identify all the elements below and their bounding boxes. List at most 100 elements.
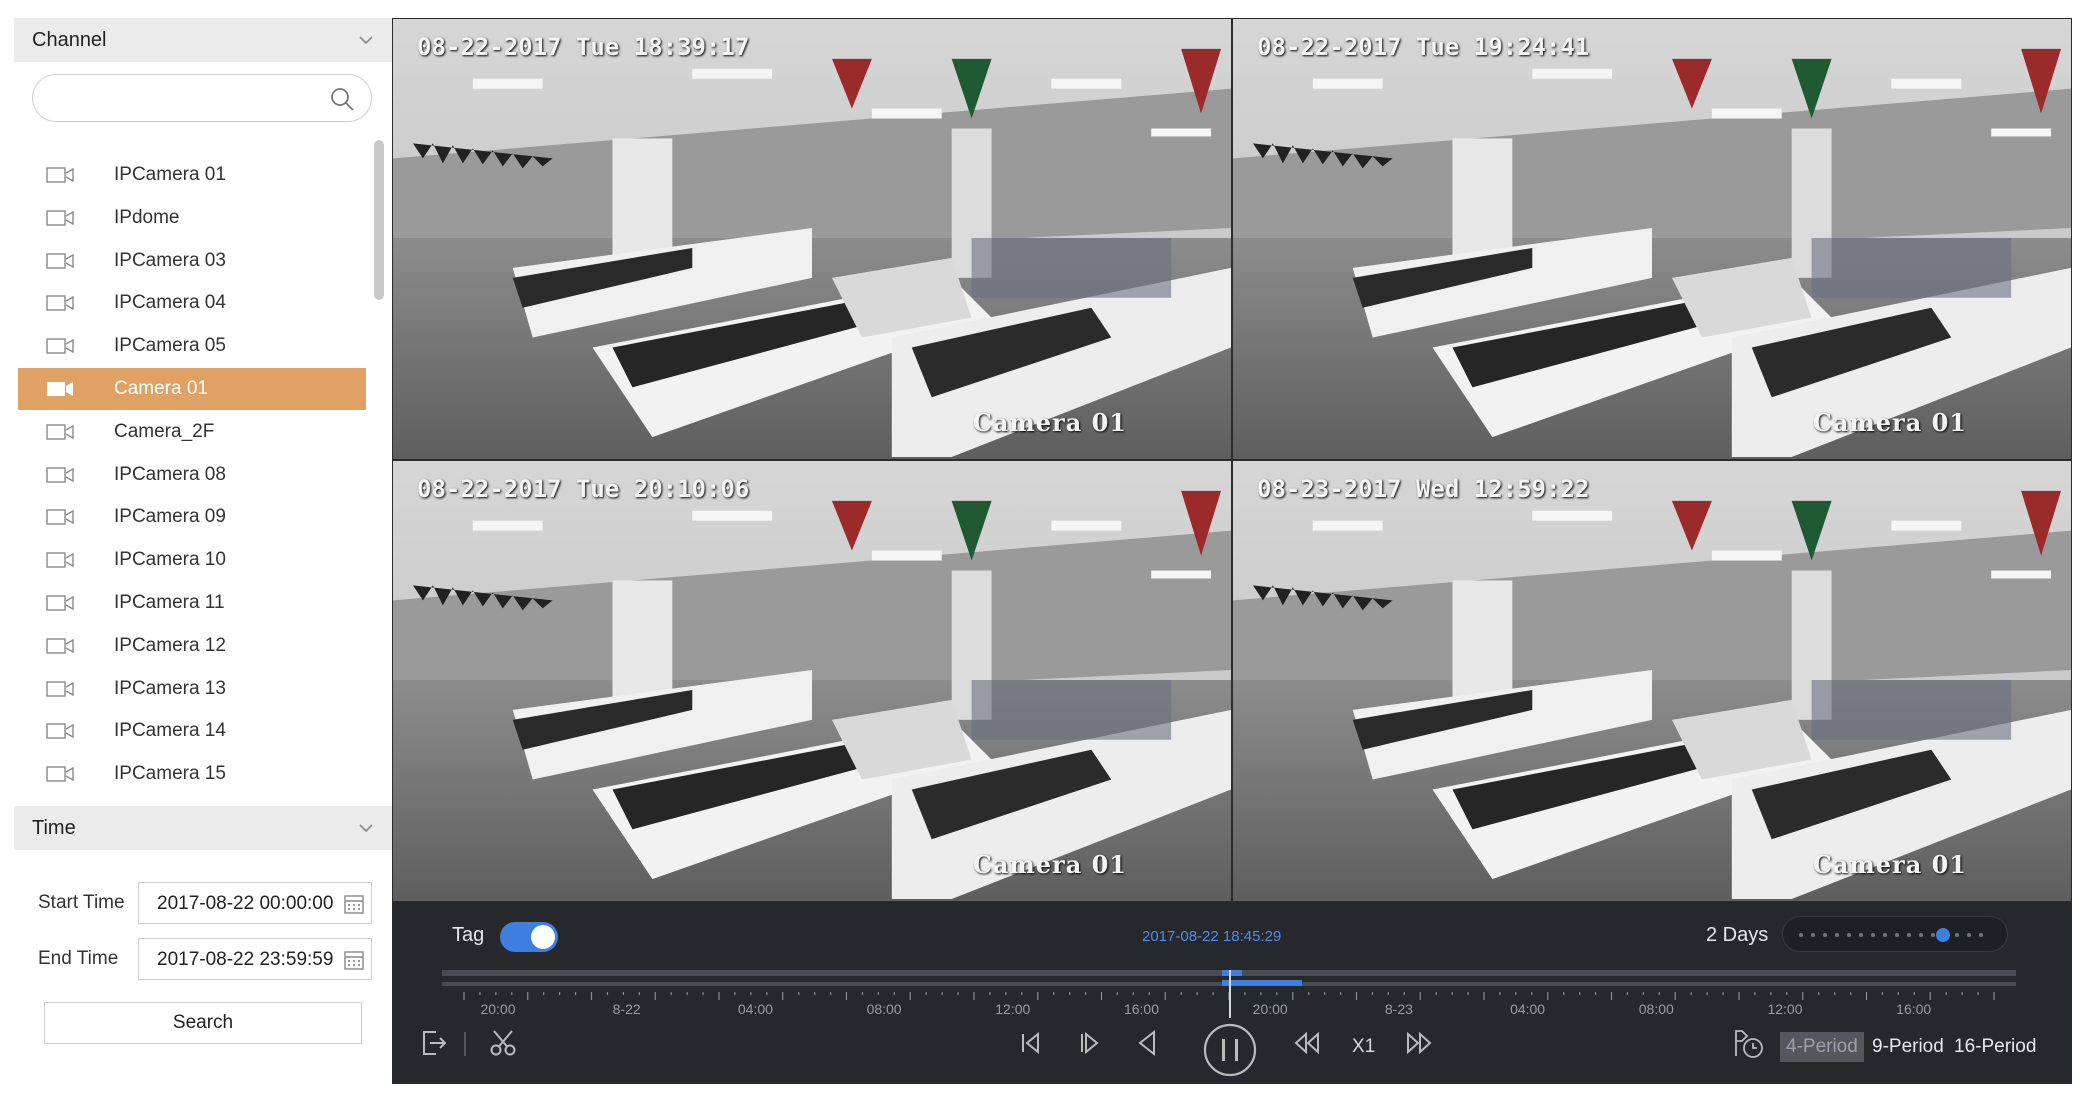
channel-search-input[interactable]: [32, 74, 372, 122]
timeline-zoom-slider[interactable]: [1782, 916, 2008, 952]
scrollbar-thumb[interactable]: [374, 140, 384, 300]
clip-button[interactable]: [488, 1028, 518, 1058]
timeline-tick-label: 04:00: [1510, 1001, 1545, 1017]
channel-list-item[interactable]: IPCamera 13: [18, 668, 366, 710]
start-time-field[interactable]: 2017-08-22 00:00:00: [138, 882, 372, 924]
channel-label: IPCamera 09: [114, 506, 226, 528]
fast-forward-button[interactable]: [1404, 1028, 1434, 1058]
channel-label: IPCamera 11: [114, 592, 225, 613]
channel-section-header[interactable]: Channel: [14, 18, 392, 62]
zoom-step-dot: [1895, 933, 1899, 937]
channel-list-item[interactable]: IPCamera 09: [18, 496, 366, 538]
zoom-step-dot: [1811, 933, 1815, 937]
channel-section-title: Channel: [32, 28, 107, 51]
timeline-tick-label: 8-22: [613, 1001, 641, 1017]
recording-segment: [1222, 970, 1242, 976]
period-16-button[interactable]: 16-Period: [1954, 1036, 2036, 1058]
channel-list-item[interactable]: IPCamera 14: [18, 710, 366, 752]
video-tile[interactable]: 08-22-2017 Tue 18:39:17 Camera 01: [392, 18, 1232, 460]
end-time-label: End Time: [38, 948, 119, 969]
channel-list-item[interactable]: IPCamera 01: [18, 154, 366, 196]
video-tile[interactable]: 08-22-2017 Tue 19:24:41 Camera 01: [1232, 18, 2072, 460]
channel-list-item[interactable]: IPCamera 12: [18, 625, 366, 667]
video-tile[interactable]: 08-22-2017 Tue 20:10:06 Camera 01: [392, 460, 1232, 902]
camera-icon: [46, 338, 74, 354]
channel-list-item[interactable]: IPCamera 10: [18, 539, 366, 581]
channel-list-item[interactable]: IPCamera 15: [18, 753, 366, 795]
channel-label: IPCamera 08: [114, 463, 226, 485]
control-divider: [464, 1032, 466, 1056]
time-section-header[interactable]: Time: [14, 806, 392, 850]
video-timestamp: 08-23-2017 Wed 12:59:22: [1257, 475, 1590, 503]
camera-icon: [46, 295, 74, 312]
camera-scene-image: [1233, 461, 2071, 901]
camera-icon: [46, 552, 74, 568]
zoom-step-dot: [1799, 933, 1803, 937]
channel-list-item[interactable]: Camera_2F: [18, 411, 366, 453]
camera-icon: [46, 766, 74, 782]
reverse-play-button[interactable]: [1132, 1028, 1162, 1058]
chevron-down-icon[interactable]: [356, 30, 376, 50]
channel-list-item[interactable]: IPdome: [18, 197, 366, 239]
calendar-icon[interactable]: [343, 893, 365, 915]
export-button[interactable]: [418, 1028, 448, 1058]
channel-list-item[interactable]: IPCamera 11: [18, 582, 366, 624]
channel-label: IPCamera 13: [114, 677, 226, 699]
timeline-tick-label: 08:00: [1639, 1001, 1674, 1017]
camera-icon: [46, 252, 74, 269]
tag-settings-button[interactable]: [1732, 1028, 1766, 1060]
zoom-step-dot: [1979, 933, 1983, 937]
pause-button[interactable]: [1202, 1022, 1258, 1078]
tag-toggle[interactable]: [500, 922, 558, 952]
start-time-value: 2017-08-22 00:00:00: [157, 893, 334, 914]
rewind-button[interactable]: [1292, 1028, 1322, 1058]
chevron-down-icon[interactable]: [356, 818, 376, 838]
zoom-slider-handle[interactable]: [1936, 928, 1950, 942]
video-camera-name: Camera 01: [1812, 850, 1967, 879]
period-4-button[interactable]: 4-Period: [1780, 1032, 1864, 1062]
left-panel: Channel IPCamera 01 IPdome IPCamera 03 IPCa…: [14, 18, 392, 1084]
video-camera-name: Camera 01: [972, 850, 1127, 879]
step-back-icon: [1022, 1031, 1039, 1055]
current-time-readout: 2017-08-22 18:45:29: [1142, 928, 1282, 945]
camera-icon: [46, 210, 74, 226]
video-grid: 08-22-2017 Tue 18:39:17 Camera 01 08-22-2…: [392, 18, 2072, 902]
zoom-step-dot: [1967, 933, 1971, 937]
camera-scene-image: [1233, 19, 2071, 459]
channel-list-item[interactable]: IPCamera 08: [18, 454, 366, 496]
channel-list-item[interactable]: IPCamera 04: [18, 282, 366, 324]
toggle-knob: [531, 925, 555, 949]
zoom-step-dot: [1931, 933, 1935, 937]
channel-list-item[interactable]: IPCamera 05: [18, 325, 366, 367]
step-forward-button[interactable]: [1074, 1028, 1104, 1058]
channel-label: IPCamera 12: [114, 634, 226, 656]
camera-icon: [46, 424, 74, 440]
search-icon[interactable]: [329, 86, 355, 112]
step-forward-icon: [1081, 1031, 1099, 1055]
camera-scene-image: [393, 19, 1231, 459]
pause-icon: [1203, 1023, 1257, 1077]
export-icon: [423, 1031, 447, 1055]
step-back-button[interactable]: [1016, 1028, 1046, 1058]
playback-control-bar: Tag 2017-08-22 18:45:29 2 Days 20:00 8-22…: [392, 902, 2072, 1084]
start-time-label: Start Time: [38, 892, 125, 913]
channel-label: Camera_2F: [114, 420, 215, 442]
time-range-label: 2 Days: [1706, 924, 1769, 946]
timeline-tick-label: 16:00: [1896, 1001, 1931, 1017]
video-tile[interactable]: 08-23-2017 Wed 12:59:22 Camera 01: [1232, 460, 2072, 902]
video-camera-name: Camera 01: [1812, 408, 1967, 437]
period-9-button[interactable]: 9-Period: [1872, 1036, 1944, 1058]
timeline-tick-label: 8-23: [1385, 1001, 1413, 1017]
fast-forward-icon: [1407, 1031, 1432, 1055]
channel-list-item[interactable]: Camera 01: [18, 368, 366, 410]
search-button[interactable]: Search: [44, 1002, 362, 1044]
end-time-field[interactable]: 2017-08-22 23:59:59: [138, 938, 372, 980]
calendar-icon[interactable]: [343, 949, 365, 971]
channel-list: IPCamera 01 IPdome IPCamera 03 IPCamera 04 I…: [14, 154, 366, 814]
zoom-step-dot: [1883, 933, 1887, 937]
zoom-step-dot: [1955, 933, 1959, 937]
channel-list-item[interactable]: IPCamera 03: [18, 240, 366, 282]
video-timestamp: 08-22-2017 Tue 20:10:06: [417, 475, 750, 503]
timeline-track[interactable]: 20:00 8-22 04:00 08:00 12:00 16:00 20:00 8-23 04…: [442, 970, 2016, 1020]
channel-label: IPCamera 10: [114, 549, 226, 571]
